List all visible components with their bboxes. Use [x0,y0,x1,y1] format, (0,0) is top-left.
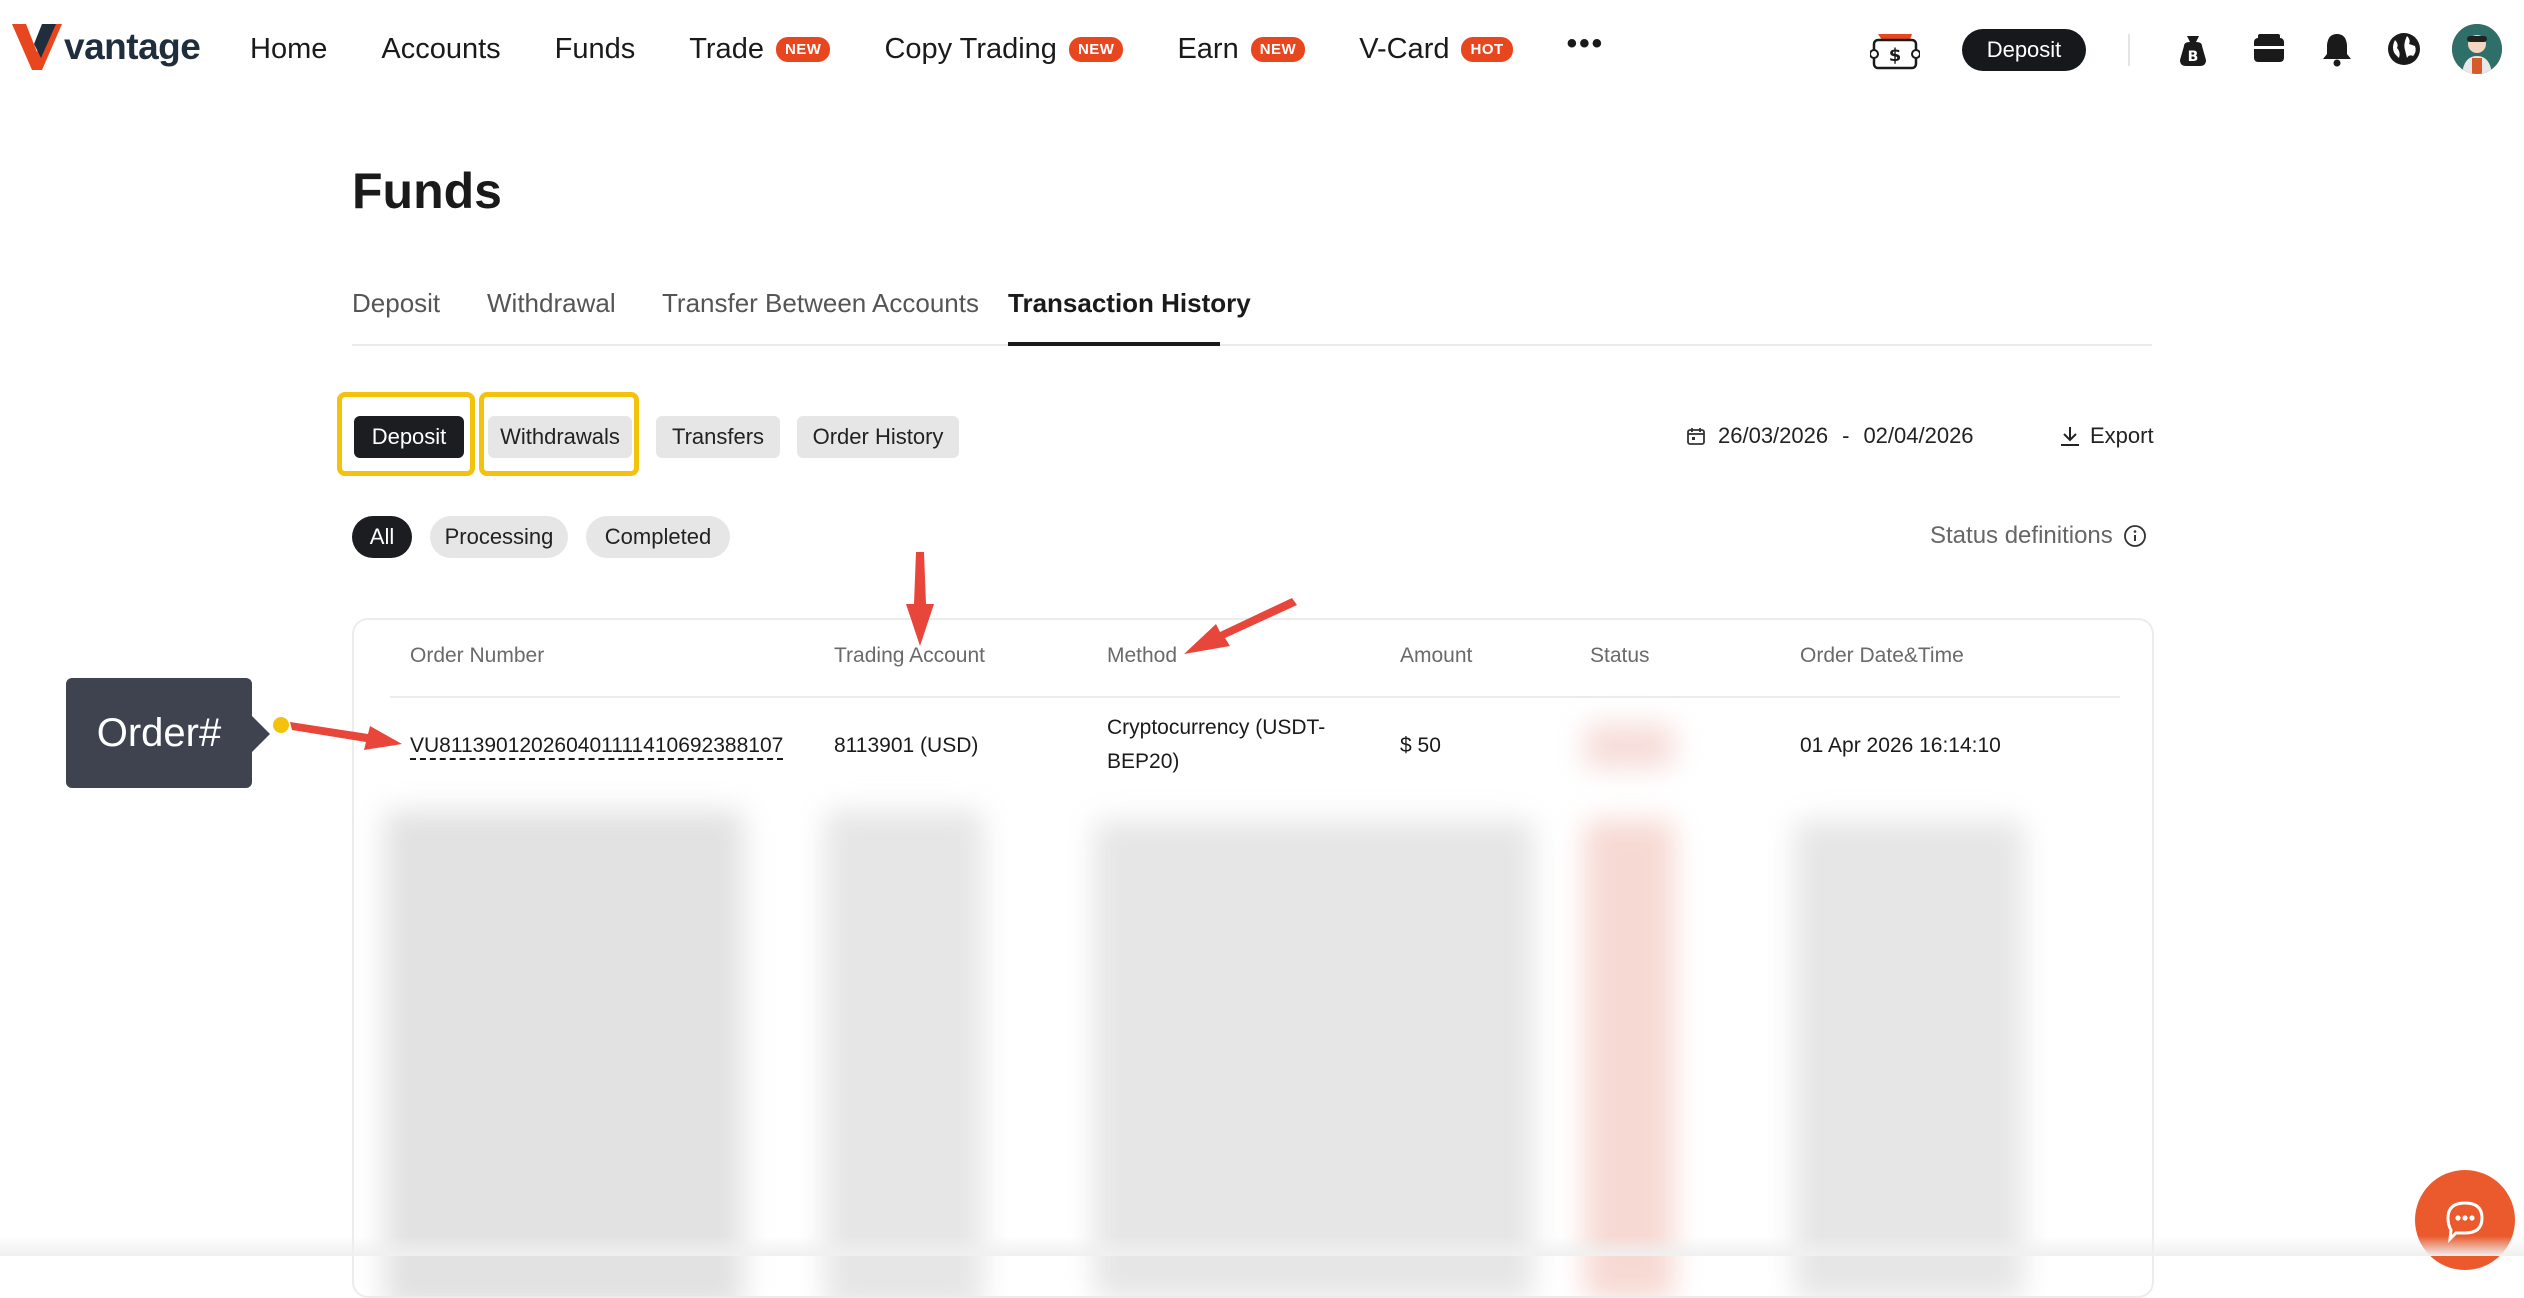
arrow-method [1184,598,1297,654]
arrow-trading-account [906,552,934,646]
arrow-order-number [290,722,402,750]
bottom-shadow [0,1236,2524,1256]
order-number-callout: Order# [66,678,252,788]
callout-pointer [252,716,270,752]
annotation-arrows [290,552,1297,750]
callout-dot [273,717,289,733]
